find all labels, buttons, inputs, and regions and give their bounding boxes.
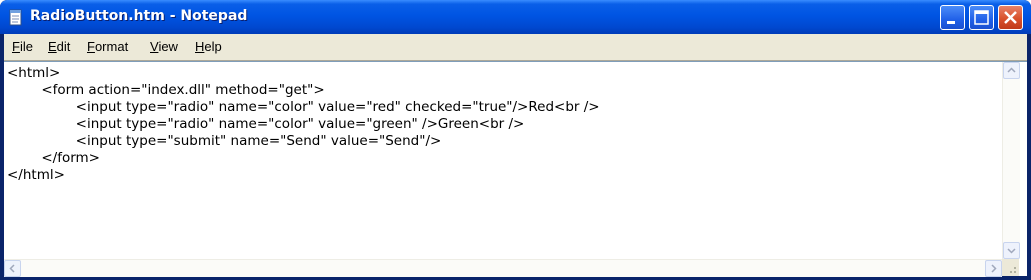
scroll-down-button[interactable]	[1003, 242, 1020, 259]
menu-bar: File Edit Format View Help	[4, 34, 1027, 60]
close-button[interactable]	[998, 5, 1023, 30]
chevron-left-icon	[9, 264, 15, 273]
resize-grip[interactable]	[1002, 259, 1019, 276]
notepad-icon[interactable]	[8, 8, 24, 26]
menu-edit-mnemonic: E	[48, 39, 57, 54]
window-body: File Edit Format View Help <html> <form …	[4, 34, 1027, 277]
close-icon	[1004, 11, 1017, 24]
code-line: <input type="radio" name="color" value="…	[7, 116, 525, 132]
menu-help-label: elp	[204, 39, 222, 54]
code-line: </html>	[7, 167, 65, 183]
chevron-up-icon	[1007, 67, 1016, 73]
window-title: RadioButton.htm - Notepad	[30, 8, 248, 24]
menu-help-mnemonic: H	[195, 39, 205, 54]
menu-format-mnemonic: F	[87, 39, 95, 54]
menu-format[interactable]: Format	[87, 39, 128, 54]
menu-view-label: iew	[158, 39, 178, 54]
notepad-window: RadioButton.htm - Notepad File Edit Form…	[0, 0, 1031, 280]
scroll-left-button[interactable]	[4, 260, 21, 277]
menu-format-label: ormat	[94, 39, 129, 54]
menu-edit-label: dit	[56, 39, 71, 54]
maximize-icon	[974, 10, 989, 25]
code-line: <html>	[7, 65, 61, 81]
code-line: </form>	[7, 150, 100, 166]
code-line: <input type="submit" name="Send" value="…	[7, 133, 442, 149]
menu-file[interactable]: File	[12, 39, 33, 54]
code-line: <input type="radio" name="color" value="…	[7, 99, 600, 115]
scroll-up-button[interactable]	[1003, 62, 1020, 79]
minimize-icon	[947, 21, 955, 24]
menu-file-label: ile	[19, 39, 33, 54]
title-bar[interactable]: RadioButton.htm - Notepad	[0, 0, 1031, 34]
editor-text[interactable]: <html> <form action="index.dll" method="…	[7, 65, 600, 184]
code-line: <form action="index.dll" method="get">	[7, 82, 325, 98]
vertical-scrollbar[interactable]	[1002, 62, 1020, 259]
menu-help[interactable]: Help	[195, 39, 222, 54]
scroll-right-button[interactable]	[985, 260, 1002, 277]
chevron-right-icon	[991, 264, 997, 273]
minimize-button[interactable]	[940, 5, 965, 30]
horizontal-scrollbar[interactable]	[4, 259, 1002, 277]
maximize-button[interactable]	[969, 5, 994, 30]
menu-edit[interactable]: Edit	[48, 39, 70, 54]
resize-grip-icon	[1010, 267, 1016, 273]
menu-view[interactable]: View	[150, 39, 178, 54]
menu-file-mnemonic: F	[12, 39, 20, 54]
text-editor-area[interactable]: <html> <form action="index.dll" method="…	[4, 61, 1027, 277]
chevron-down-icon	[1007, 248, 1016, 254]
